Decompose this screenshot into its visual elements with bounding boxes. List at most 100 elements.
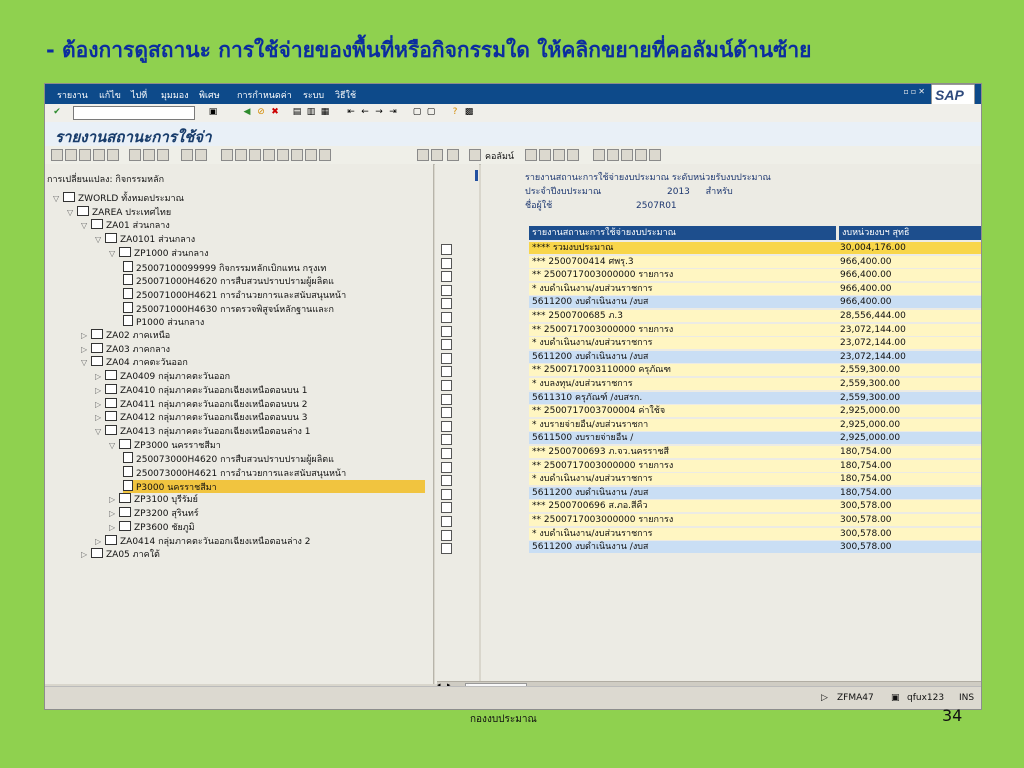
next-page-icon[interactable]: → [373,106,385,118]
expand-arrow-icon[interactable]: ▷ [95,370,105,383]
report-row[interactable]: 5611200 งบดำเนินงาน /งบส 180,754.00 [481,486,981,499]
menu-system[interactable]: ระบบ [303,88,324,102]
expand-arrow-icon[interactable]: ▷ [95,411,105,424]
report-row[interactable]: * งบดำเนินงาน/งบส่วนราชการ 23,072,144.00 [481,337,981,350]
report-row[interactable]: * งบลงทุน/งบส่วนราชการ 2,559,300.00 [481,378,981,390]
row-detail-icon[interactable] [441,420,452,432]
column-header-budget[interactable]: งบหน่วยงบฯ สุทธิ [839,226,981,240]
save-icon[interactable]: ▣ [207,106,219,118]
chart-icon[interactable] [305,149,317,161]
report-row[interactable]: **** รวมงบประมาณ 30,004,176.00 [481,242,981,254]
hierarchy-filter-icon[interactable] [649,149,661,161]
collapse-icon[interactable] [79,149,91,161]
sum-icon[interactable] [249,149,261,161]
row-detail-icon[interactable] [441,339,452,351]
detail-icon[interactable] [143,149,155,161]
expand-arrow-icon[interactable]: ▷ [109,493,119,506]
report-row[interactable]: *** 2500700693 ภ.จว.นครราชสี 180,754.00 [481,446,981,458]
expand-arrow-icon[interactable]: ▷ [95,535,105,548]
menu-extras[interactable]: พิเศษ [199,88,220,102]
tree-folder-node[interactable]: ▷ ZA0412 กลุ่มภาคตะวันออกเฉียงเหนือตอนบน … [95,411,425,424]
tree-folder-node[interactable]: ▷ ZA0410 กลุ่มภาคตะวันออกเฉียงเหนือตอนบน … [95,383,425,397]
tree-folder-node[interactable]: ▽ ZA0101 ส่วนกลาง [95,233,425,246]
copy-icon[interactable] [129,149,141,161]
print-icon[interactable]: ▤ [291,106,303,118]
row-detail-icon[interactable] [441,284,452,296]
report-row[interactable]: * งบรายจ่ายอื่น/งบส่วนราชกา 2,925,000.00 [481,418,981,431]
column-header-report[interactable]: รายงานสถานะการใช้จ่ายงบประมาณ [529,226,836,240]
grid-icon[interactable] [107,149,119,161]
tree-folder-node[interactable]: ▽ ZAREA ประเทศไทย [67,205,425,219]
hierarchy-level-icon[interactable] [635,149,647,161]
status-expand-icon[interactable]: ▷ [821,691,828,705]
prev-column-icon[interactable] [539,149,551,161]
report-row[interactable]: *** 2500700685 ภ.3 28,556,444.00 [481,310,981,322]
report-row[interactable]: * งบดำเนินงาน/งบส่วนราชการ 300,578.00 [481,527,981,540]
filter-icon[interactable] [221,149,233,161]
collapse-arrow-icon[interactable]: ▽ [81,356,91,369]
tree-folder-node[interactable]: ▷ ZP3600 ชัยภูมิ [109,520,425,534]
tree-leaf-node[interactable]: 250071000H4630 การตรวจพิสูจน์หลักฐานและก [123,301,425,315]
row-detail-icon[interactable] [441,312,452,323]
expand-arrow-icon[interactable]: ▷ [109,521,119,534]
expand-icon[interactable] [65,149,77,161]
tree-folder-node[interactable]: ▽ ZP1000 ส่วนกลาง [109,246,425,260]
report-row[interactable]: * งบดำเนินงาน/งบส่วนราชการ 966,400.00 [481,282,981,295]
find-next-icon[interactable]: ▦ [319,106,331,118]
tree-folder-node[interactable]: ▽ ZP3000 นครราชสีมา [109,438,425,452]
collapse-arrow-icon[interactable]: ▽ [95,233,105,246]
report-row[interactable]: ** 2500717003000000 รายการง 23,072,144.00 [481,323,981,336]
collapse-arrow-icon[interactable]: ▽ [109,439,119,452]
tree-folder-node[interactable]: ▷ ZP3200 สุรินทร์ [109,507,425,520]
tree-folder-node[interactable]: ▷ ZA0414 กลุ่มภาคตะวันออกเฉียงเหนือตอนล่า… [95,534,425,548]
tree-leaf-node[interactable]: P1000 ส่วนกลาง [123,315,425,328]
tree-folder-node[interactable]: ▷ ZA03 ภาคกลาง [81,342,425,356]
report-row[interactable]: ** 2500717003000000 รายการง 966,400.00 [481,269,981,282]
tree-leaf-node[interactable]: 250073000H4620 การสืบสวนปราบปรามผู้ผลิตแ [123,452,425,465]
report-row[interactable]: *** 2500700696 ส.ภอ.สีคิ้ว 300,578.00 [481,500,981,513]
select-icon[interactable] [181,149,193,161]
settings-icon[interactable] [319,149,331,161]
new-session-icon[interactable]: ▢ [411,106,423,118]
cancel-icon[interactable]: ✖ [269,106,281,118]
row-detail-icon[interactable] [441,380,452,391]
hierarchy-expand-icon[interactable] [607,149,619,161]
tree-leaf-node[interactable]: 250073000H4621 การอำนวยการและสนับสนุนหน้… [123,466,425,479]
list-icon[interactable] [93,149,105,161]
row-detail-icon[interactable] [441,352,452,364]
help-icon[interactable]: ? [449,106,461,118]
columns-icon[interactable] [469,149,481,161]
row-detail-icon[interactable] [441,244,452,255]
collapse-arrow-icon[interactable]: ▽ [67,206,77,219]
menu-view[interactable]: มุมมอง [161,88,189,102]
command-field[interactable] [73,106,195,120]
nav-right-icon[interactable] [431,149,443,161]
back-icon[interactable]: ◀ [241,106,253,118]
report-row[interactable]: 5611200 งบดำเนินงาน /งบส 966,400.00 [481,296,981,309]
collapse-arrow-icon[interactable]: ▽ [53,192,63,205]
hierarchy-icon[interactable] [593,149,605,161]
menu-edit[interactable]: แก้ไข [99,88,121,102]
report-row[interactable]: 5611200 งบดำเนินงาน /งบส 300,578.00 [481,541,981,554]
row-detail-icon[interactable] [441,461,452,473]
menu-goto[interactable]: ไปที่ [131,88,147,102]
report-row[interactable]: ** 2500717003700004 ค่าใช้จ 2,925,000.00 [481,405,981,418]
enter-icon[interactable]: ✔ [51,106,63,118]
expand-arrow-icon[interactable]: ▷ [81,329,91,342]
report-row[interactable]: ** 2500717003110000 ครุภัณฑ 2,559,300.00 [481,364,981,377]
print-preview-icon[interactable] [277,149,289,161]
expand-arrow-icon[interactable]: ▷ [95,384,105,397]
menu-help[interactable]: วิธีใช้ [335,88,356,102]
collapse-arrow-icon[interactable]: ▽ [95,425,105,438]
tree-folder-node[interactable]: ▷ ZA05 ภาคใต้ [81,548,425,561]
row-detail-icon[interactable] [441,298,452,310]
tree-folder-node[interactable]: ▷ ZA02 ภาคเหนือ [81,329,425,342]
row-detail-icon[interactable] [441,407,452,419]
row-detail-icon[interactable] [441,366,452,378]
tree-leaf-node[interactable]: P3000 นครราชสีมา [123,479,425,493]
columns-label[interactable]: คอลัมน์ [485,149,514,163]
collapse-arrow-icon[interactable]: ▽ [81,219,91,232]
tree-folder-node[interactable]: ▷ ZP3100 บุรีรัมย์ [109,493,425,506]
report-row[interactable]: 5611500 งบรายจ่ายอื่น /2,925,000.00 [481,432,981,445]
column-config-icon[interactable] [447,149,459,161]
